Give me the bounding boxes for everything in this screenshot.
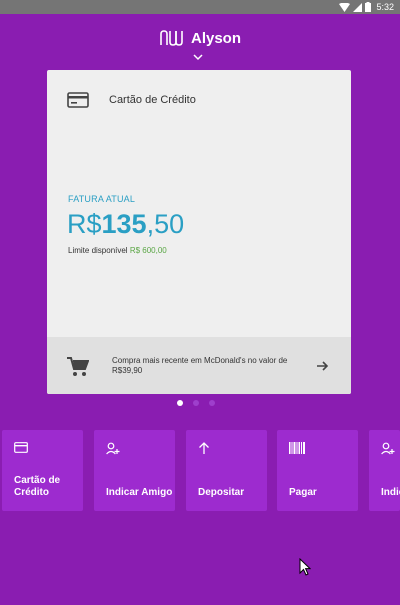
shortcut-deposit[interactable]: Depositar [186,430,267,511]
shortcut-credit-card[interactable]: Cartão de Crédito [2,430,83,511]
arrow-up-icon [199,442,209,454]
chevron-down-icon[interactable] [193,54,203,61]
recent-purchase-text: Compra mais recente em McDonald's no val… [112,356,288,375]
invoice-amount: R$135,50 [67,209,184,240]
shortcut-label: Indicar Amigo [106,487,173,498]
recent-purchase-row[interactable]: Compra mais recente em McDonald's no val… [47,337,351,394]
signal-icon [353,2,363,12]
shortcut-pay[interactable]: Pagar [277,430,358,511]
arrow-right-icon[interactable] [317,361,329,371]
add-person-icon [106,442,120,455]
nubank-logo-icon [160,30,183,46]
user-name: Alyson [190,29,241,47]
shortcut-label: Indicar Amigo [381,487,400,498]
shortcut-bar: Cartão de Crédito Indicar Amigo Deposita… [0,430,400,511]
status-bar: 5:32 [0,0,400,14]
shortcut-label: Cartão de Crédito [14,475,61,498]
page-dot-1[interactable] [177,400,183,406]
header[interactable]: Alyson [0,29,400,47]
page-dot-3[interactable] [209,400,215,406]
amount-currency: R$ [67,209,102,239]
status-time: 5:32 [376,2,394,12]
credit-card-panel[interactable]: Cartão de Crédito FATURA ATUAL R$135,50 … [47,70,351,394]
page-dot-2[interactable] [193,400,199,406]
amount-integer: 135 [101,209,147,239]
shortcut-label: Depositar [198,487,245,498]
credit-card-icon [67,92,89,108]
mouse-cursor-icon [299,558,311,576]
limit-label: Limite disponível [68,246,128,255]
amount-decimal: ,50 [146,209,185,239]
credit-card-icon [14,442,28,453]
invoice-label: FATURA ATUAL [68,194,136,204]
status-icons: 5:32 [339,0,394,14]
add-person-icon [381,442,395,455]
shortcut-refer-friend[interactable]: Indicar Amigo [94,430,175,511]
available-limit: Limite disponível R$ 600,00 [68,246,167,255]
card-title: Cartão de Crédito [109,94,196,106]
barcode-icon [289,442,305,454]
page-indicator [177,400,215,406]
shortcut-label: Pagar [289,487,317,498]
wifi-icon [339,2,351,12]
limit-value: R$ 600,00 [129,246,167,255]
shopping-cart-icon [67,357,89,376]
shortcut-refer-friend-2[interactable]: Indicar Amigo [369,430,400,511]
battery-icon [365,2,372,12]
card-header: Cartão de Crédito [67,92,196,108]
